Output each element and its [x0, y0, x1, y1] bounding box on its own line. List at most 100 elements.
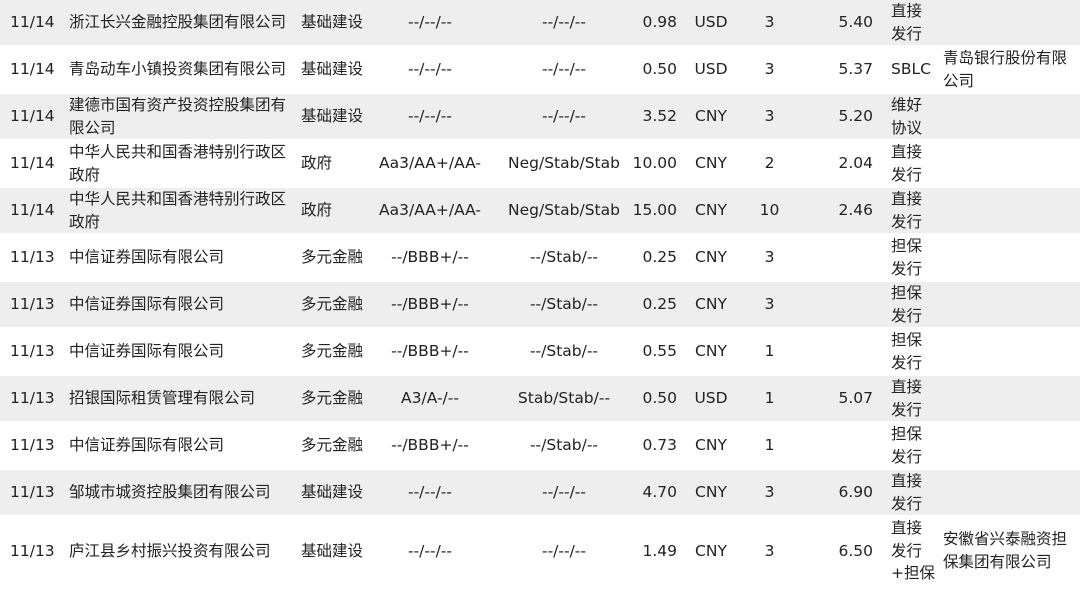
issuer-cell: 中华人民共和国香港特别行政区政府 [69, 188, 301, 235]
sector-cell: 基础建设 [301, 0, 363, 47]
table-row: 11/13 招银国际租赁管理有限公司 多元金融 A3/A-/-- Stab/St… [0, 376, 1080, 423]
currency-text: CNY [695, 154, 727, 173]
outlook-cell: --/Stab/-- [497, 282, 631, 329]
table-row: 11/14 青岛动车小镇投资集团有限公司 基础建设 --/--/-- --/--… [0, 47, 1080, 94]
outlook-text: --/Stab/-- [529, 342, 599, 361]
rating-text: --/BBB+/-- [391, 436, 469, 455]
currency-cell: CNY [679, 329, 743, 376]
tenor-cell: 1 [743, 423, 796, 470]
rating-cell: --/BBB+/-- [363, 329, 497, 376]
rating-cell: --/BBB+/-- [363, 423, 497, 470]
amount-text: 0.55 [642, 342, 677, 361]
table-row: 11/13 中信证券国际有限公司 多元金融 --/BBB+/-- --/Stab… [0, 282, 1080, 329]
amount-cell: 4.70 [631, 470, 679, 517]
table-row: 11/14 中华人民共和国香港特别行政区政府 政府 Aa3/AA+/AA- Ne… [0, 188, 1080, 235]
tenor-text: 3 [764, 60, 775, 79]
amount-cell: 0.55 [631, 329, 679, 376]
issuer-cell: 中信证券国际有限公司 [69, 282, 301, 329]
rating-cell: --/BBB+/-- [363, 282, 497, 329]
issuer-text: 招银国际租赁管理有限公司 [69, 389, 256, 408]
outlook-text: --/--/-- [541, 60, 586, 79]
sector-text: 政府 [301, 154, 333, 173]
issuer-text: 浙江长兴金融控股集团有限公司 [69, 13, 287, 32]
sector-text: 多元金融 [301, 436, 363, 455]
date-text: 11/13 [10, 436, 55, 455]
currency-text: CNY [695, 436, 727, 455]
structure-text: 直接发行 [891, 2, 923, 43]
amount-cell: 10.00 [631, 141, 679, 188]
guarantor-cell [935, 282, 1080, 329]
amount-cell: 0.98 [631, 0, 679, 47]
sector-text: 基础建设 [301, 107, 363, 126]
amount-cell: 0.50 [631, 47, 679, 94]
outlook-cell: --/Stab/-- [497, 235, 631, 282]
tenor-text: 2 [764, 154, 775, 173]
tenor-text: 3 [764, 483, 775, 502]
date-cell: 11/13 [0, 282, 69, 329]
structure-text: 维好协议 [891, 96, 923, 137]
outlook-cell: --/--/-- [497, 47, 631, 94]
structure-cell: SBLC [883, 47, 935, 94]
guarantor-cell [935, 0, 1080, 47]
guarantor-cell: 安徽省兴泰融资担保集团有限公司 [935, 517, 1080, 587]
currency-cell: CNY [679, 235, 743, 282]
sector-cell: 基础建设 [301, 47, 363, 94]
amount-cell: 0.73 [631, 423, 679, 470]
tenor-text: 10 [759, 201, 780, 220]
sector-cell: 多元金融 [301, 235, 363, 282]
guarantor-cell: 青岛银行股份有限公司 [935, 47, 1080, 94]
amount-cell: 0.25 [631, 282, 679, 329]
sector-cell: 多元金融 [301, 329, 363, 376]
amount-text: 3.52 [642, 107, 677, 126]
structure-cell: 直接发行 [883, 0, 935, 47]
amount-cell: 3.52 [631, 94, 679, 141]
coupon-text: 6.50 [838, 541, 873, 560]
amount-text: 0.73 [642, 436, 677, 455]
structure-cell: 维好协议 [883, 94, 935, 141]
date-cell: 11/14 [0, 188, 69, 235]
outlook-text: Stab/Stab/-- [517, 389, 611, 408]
coupon-cell: 6.50 [796, 517, 883, 587]
table-row: 11/14 建德市国有资产投资控股集团有限公司 基础建设 --/--/-- --… [0, 94, 1080, 141]
tenor-text: 3 [764, 541, 775, 560]
issuer-text: 中信证券国际有限公司 [69, 295, 225, 314]
coupon-cell [796, 423, 883, 470]
date-text: 11/13 [10, 483, 55, 502]
coupon-text: 2.46 [838, 201, 873, 220]
guarantor-cell [935, 235, 1080, 282]
outlook-cell: Neg/Stab/Stab [497, 188, 631, 235]
issuer-cell: 邹城市城资控股集团有限公司 [69, 470, 301, 517]
date-text: 11/14 [10, 154, 55, 173]
tenor-cell: 1 [743, 376, 796, 423]
sector-cell: 政府 [301, 188, 363, 235]
table-row: 11/13 庐江县乡村振兴投资有限公司 基础建设 --/--/-- --/--/… [0, 517, 1080, 587]
date-cell: 11/14 [0, 94, 69, 141]
tenor-text: 1 [764, 389, 775, 408]
sector-text: 基础建设 [301, 541, 363, 560]
rating-text: --/--/-- [407, 541, 452, 560]
rating-cell: A3/A-/-- [363, 376, 497, 423]
rating-text: --/--/-- [407, 60, 452, 79]
issuer-text: 中华人民共和国香港特别行政区政府 [69, 190, 287, 231]
outlook-text: --/Stab/-- [529, 248, 599, 267]
date-text: 11/13 [10, 295, 55, 314]
outlook-cell: Neg/Stab/Stab [497, 141, 631, 188]
coupon-text: 5.37 [838, 60, 873, 79]
amount-cell: 0.25 [631, 235, 679, 282]
tenor-text: 1 [764, 342, 775, 361]
structure-cell: 直接发行 [883, 470, 935, 517]
amount-text: 0.50 [642, 60, 677, 79]
amount-text: 10.00 [632, 154, 677, 173]
issuer-text: 建德市国有资产投资控股集团有限公司 [69, 96, 287, 137]
coupon-text: 6.90 [838, 483, 873, 502]
guarantor-cell [935, 329, 1080, 376]
currency-text: USD [694, 389, 728, 408]
currency-cell: USD [679, 376, 743, 423]
structure-cell: 担保发行 [883, 423, 935, 470]
rating-text: --/BBB+/-- [391, 342, 469, 361]
coupon-cell: 5.37 [796, 47, 883, 94]
tenor-cell: 1 [743, 329, 796, 376]
date-cell: 11/13 [0, 517, 69, 587]
tenor-text: 1 [764, 436, 775, 455]
currency-text: CNY [695, 541, 727, 560]
